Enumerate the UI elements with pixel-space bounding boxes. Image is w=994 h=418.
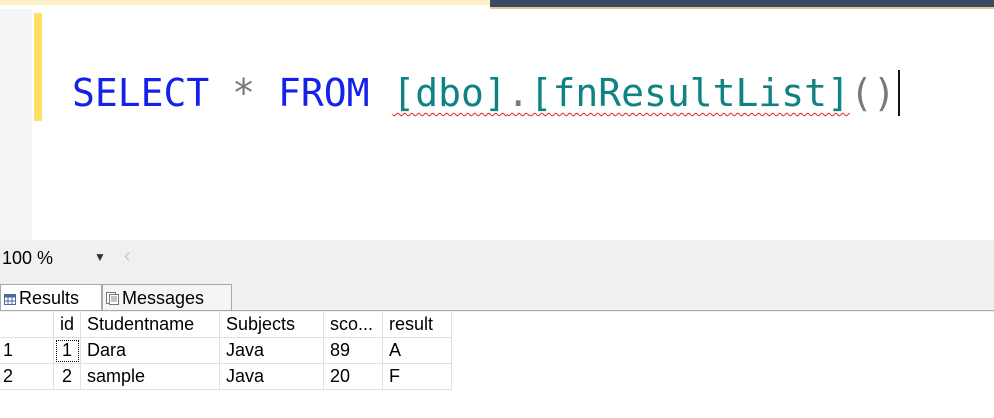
cell-id[interactable]: 2 [53,363,82,390]
row-header-corner[interactable] [0,312,54,338]
zoom-bar: 100 % ▼ ‹ [0,240,994,270]
messages-icon [106,286,119,312]
column-header-result[interactable]: result [382,312,453,338]
schema-name: [dbo] [392,71,507,115]
dot-separator: . [506,71,530,115]
unsaved-change-marker [34,13,42,121]
column-header-score[interactable]: sco... [323,312,384,338]
cell-subjects[interactable]: Java [219,363,325,390]
column-header-id[interactable]: id [53,312,82,338]
cell-score[interactable]: 89 [323,337,384,364]
column-header-subjects[interactable]: Subjects [219,312,325,338]
keyword-from: FROM [277,71,370,115]
table-row[interactable]: 1 1 Dara Java 89 A [0,337,453,364]
grid-icon [4,286,16,312]
row-number[interactable]: 2 [0,363,54,390]
cell-result[interactable]: F [382,363,453,390]
tab-results-label: Results [19,288,80,308]
zoom-dropdown-arrow-icon[interactable]: ▼ [94,250,106,264]
text-caret [897,70,900,116]
cell-studentname[interactable]: sample [80,363,221,390]
active-document-tab[interactable] [490,0,994,9]
zoom-level[interactable]: 100 % [2,248,53,269]
editor-gutter [0,9,32,240]
cell-studentname[interactable]: Dara [80,337,221,364]
cell-subjects[interactable]: Java [219,337,325,364]
header-row: id Studentname Subjects sco... result [0,312,453,338]
cell-id[interactable]: 1 [53,337,82,364]
column-header-studentname[interactable]: Studentname [80,312,221,338]
results-tab-strip: Results Messages [0,270,994,312]
operator-star: * [232,71,256,115]
keyword-select: SELECT [72,71,210,115]
function-name: [fnResultList] [529,71,850,115]
row-number[interactable]: 1 [0,337,54,364]
table-row[interactable]: 2 2 sample Java 20 F [0,363,453,390]
query-editor[interactable]: SELECT * FROM [dbo].[fnResultList]() [0,9,994,240]
tab-results[interactable]: Results [0,284,102,310]
results-grid[interactable]: id Studentname Subjects sco... result 1 … [0,312,994,418]
cell-score[interactable]: 20 [323,363,384,390]
cell-result[interactable]: A [382,337,453,364]
document-tab-strip [0,0,994,9]
function-parens: () [849,71,896,115]
scroll-left-icon[interactable]: ‹ [124,245,131,268]
query-text-line[interactable]: SELECT * FROM [dbo].[fnResultList]() [72,69,900,117]
results-table: id Studentname Subjects sco... result 1 … [0,312,453,390]
error-squiggle: [dbo].[fnResultList] [392,71,850,115]
tab-messages[interactable]: Messages [102,284,232,310]
tab-messages-label: Messages [122,288,205,308]
